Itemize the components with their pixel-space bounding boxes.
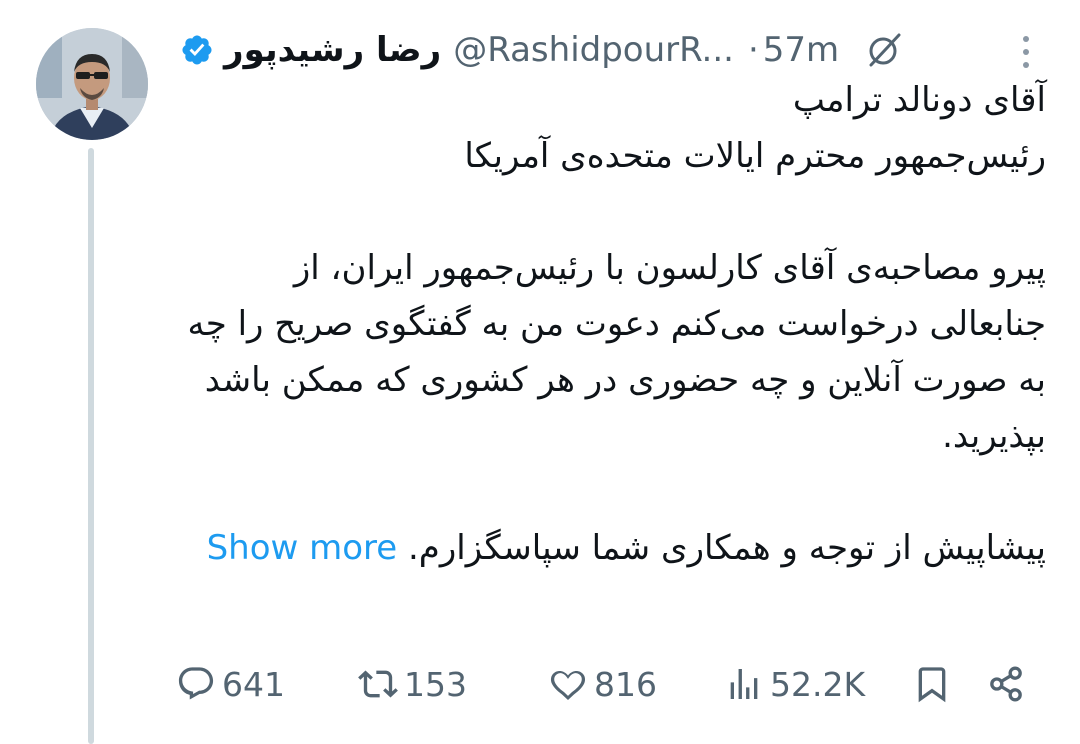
views-count: 52.2K — [770, 664, 866, 704]
bookmark-button[interactable] — [912, 660, 952, 708]
reply-count: 641 — [222, 664, 285, 704]
tweet-line: پیشاپیش از توجه و همکاری شما سپاسگزارم. — [408, 528, 1046, 568]
share-icon — [990, 666, 1022, 702]
retweet-button[interactable]: 153 — [358, 660, 467, 708]
author-display-name[interactable]: رضا رشیدپور — [224, 30, 441, 70]
tweet-paragraph-last: پیشاپیش از توجه و همکاری شما سپاسگزارم. … — [176, 520, 1046, 576]
thread-line — [88, 148, 94, 744]
author-handle[interactable]: @RashidpourR... — [453, 30, 734, 70]
avatar[interactable] — [36, 28, 148, 140]
tweet-timestamp[interactable]: 57m — [763, 30, 839, 70]
show-more-link[interactable]: Show more — [207, 528, 398, 568]
reply-icon — [178, 667, 214, 700]
grok-icon[interactable] — [865, 30, 905, 70]
retweet-count: 153 — [404, 664, 467, 704]
views-button[interactable]: 52.2K — [724, 660, 865, 708]
share-button[interactable] — [986, 660, 1026, 708]
verified-badge-icon — [180, 33, 214, 67]
heart-icon — [550, 671, 586, 700]
tweet-line: آقای دونالد ترامپ — [792, 80, 1046, 120]
like-count: 816 — [594, 664, 657, 704]
tweet-header: رضا رشیدپور @RashidpourR... · 57m — [176, 22, 1066, 78]
bookmark-icon — [918, 667, 946, 703]
tweet-line: رئیس‌جمهور محترم ایالات متحده‌ی آمریکا — [464, 136, 1046, 176]
reply-button[interactable]: 641 — [176, 660, 285, 708]
tweet-actions: 641 153 816 52.2K — [176, 660, 1056, 708]
separator-dot: · — [747, 30, 759, 70]
retweet-icon — [358, 670, 398, 698]
tweet-text: آقای دونالد ترامپ رئیس‌جمهور محترم ایالا… — [176, 72, 1046, 576]
more-icon[interactable] — [1020, 34, 1032, 70]
views-icon — [730, 669, 758, 699]
avatar-image — [36, 28, 148, 140]
like-button[interactable]: 816 — [548, 660, 657, 708]
tweet-paragraph: پیرو مصاحبه‌ی آقای کارلسون با رئیس‌جمهور… — [187, 248, 1046, 456]
